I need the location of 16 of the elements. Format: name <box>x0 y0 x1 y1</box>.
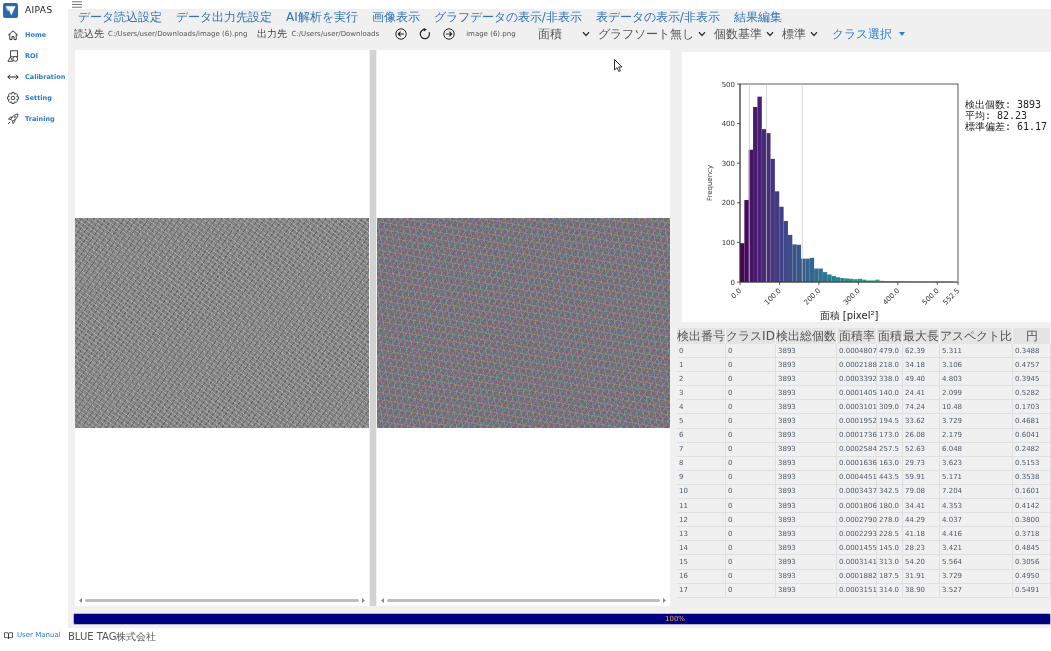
app-title: AIPAS <box>25 5 53 16</box>
column-header: 検出番号 <box>677 328 726 344</box>
column-header: 最大長 <box>903 328 940 344</box>
field-label: 出力先 <box>257 28 288 40</box>
column-header: 面積 <box>877 328 903 344</box>
company-name: BLUE TAG株式会社 <box>68 631 157 642</box>
stats-text: 平均: 82.23 <box>965 110 1028 121</box>
column-header: クラスID <box>726 328 776 344</box>
column-header: 円 <box>1013 328 1051 344</box>
stats-text: 検出個数: 3893 <box>965 99 1042 110</box>
x-axis-label: 面積 [pixel²] <box>819 310 879 321</box>
column-header: アスペクト比 <box>940 328 1013 344</box>
column-header: 検出総個数 <box>776 328 837 344</box>
column-header: 面積率 <box>837 328 877 344</box>
field-label: 読込先 <box>74 28 104 40</box>
stats-text: 標準偏差: 61.17 <box>965 121 1048 132</box>
